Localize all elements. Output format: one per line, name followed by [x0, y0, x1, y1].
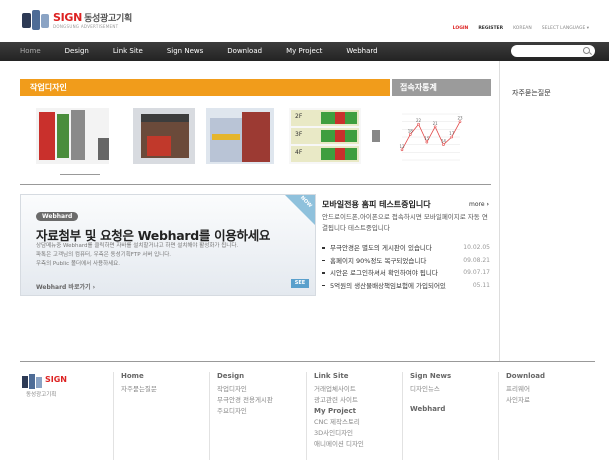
footer-column-link-site: Link Site 거래업체사이트 광고관련 사이트 My Project CN… — [314, 372, 364, 450]
search-icon[interactable] — [583, 47, 590, 54]
footer-link[interactable]: 애니메이션 디자인 — [314, 439, 364, 450]
footer-link[interactable]: 주요디자인 — [217, 406, 273, 417]
site-logo[interactable]: SIGN 동성광고기획 DONGSUNG ADVERTISEMENT — [20, 9, 132, 33]
footer-column-divider — [209, 372, 210, 460]
chart-point — [425, 140, 429, 144]
nav-webhard[interactable]: Webhard — [346, 42, 377, 61]
nav-home[interactable]: Home — [20, 42, 41, 61]
footer-link[interactable]: 디자인뉴스 — [410, 384, 451, 395]
footer-link[interactable]: 프리웨어 — [506, 384, 545, 395]
footer-heading[interactable]: Webhard — [410, 405, 451, 413]
top-links: LOGIN REGISTER KOREAN SELECT LANGUAGE ▾ — [453, 26, 589, 31]
works-section-header: 작업디자인 — [20, 79, 390, 96]
content-separator — [20, 184, 491, 185]
thumbnail-next-arrow-icon[interactable] — [372, 130, 380, 142]
chart-point — [433, 125, 437, 129]
chart-point — [450, 135, 454, 139]
footer-link[interactable]: 작업디자인 — [217, 384, 273, 395]
news-body: 안드로이드폰,아이폰으로 접속하시면 모바일페이지로 자동 연결됩니다 테스트중… — [322, 213, 488, 232]
logo-name: SIGN 동성광고기획 — [53, 11, 132, 24]
footer-heading[interactable]: Design — [217, 372, 273, 380]
news-item[interactable]: 무극안경은 별도의 게시판이 있습니다 10.02.05 — [322, 242, 492, 255]
nav-design[interactable]: Design — [65, 42, 89, 61]
sidebar-faq-link[interactable]: 자주묻는질문 — [512, 88, 551, 98]
works-thumbnails: 2F 3F 4F — [36, 108, 386, 164]
news-more-link[interactable]: more — [469, 201, 489, 208]
chart-data-label: 15 — [424, 136, 430, 141]
chart-point — [417, 122, 420, 126]
floor-label: 3F — [295, 131, 303, 138]
logo-subtitle: DONGSUNG ADVERTISEMENT — [53, 24, 119, 29]
webhard-shortcut-link[interactable]: Webhard 바로가기 › — [36, 282, 95, 291]
chart-data-label: 14 — [441, 139, 447, 144]
news-item[interactable]: 5억원의 생산물배상책임보험에 가입되어있 05.11 — [322, 280, 492, 293]
work-thumbnail-1[interactable] — [36, 108, 109, 164]
chart-point — [400, 148, 404, 152]
chart-data-label: 23 — [457, 116, 463, 121]
works-section-title: 작업디자인 — [30, 83, 67, 92]
footer-column-divider — [113, 372, 114, 460]
footer-heading[interactable]: My Project — [314, 407, 364, 415]
nav-sign-news[interactable]: Sign News — [167, 42, 203, 61]
register-link[interactable]: REGISTER — [478, 26, 503, 31]
search-box — [511, 45, 595, 57]
footer-heading[interactable]: Home — [121, 372, 157, 380]
footer-separator — [20, 361, 595, 362]
chart-data-label: 17 — [449, 131, 455, 136]
footer-link[interactable]: 자주묻는질문 — [121, 384, 157, 395]
footer-link[interactable]: CNC 제작스토리 — [314, 417, 364, 428]
footer-heading[interactable]: Link Site — [314, 372, 364, 380]
footer-column-download: Download 프리웨어 사인자료 — [506, 372, 545, 406]
footer-link[interactable]: 사인자료 — [506, 395, 545, 406]
banner-description: 상담메뉴중 Webhard를 클릭하면 자바를 설치할거냐고 하면 설치해야 활… — [36, 243, 239, 267]
header: SIGN 동성광고기획 DONGSUNG ADVERTISEMENT LOGIN … — [0, 0, 609, 42]
chart-data-label: 22 — [416, 118, 422, 123]
work-thumbnail-3[interactable] — [206, 108, 274, 164]
main-nav: Home Design Link Site Sign News Download… — [0, 42, 609, 61]
chart-data-label: 12 — [399, 144, 405, 149]
chart-point — [458, 120, 462, 123]
nav-link-site[interactable]: Link Site — [113, 42, 143, 61]
webhard-badge: Webhard — [36, 212, 79, 221]
news-item[interactable]: 홈페이지 90%정도 복구되었습니다 09.08.21 — [322, 255, 492, 268]
floor-label: 4F — [295, 149, 303, 156]
footer-logo[interactable]: SIGN 동성광고기획 — [22, 374, 86, 400]
chart-data-label: 21 — [433, 121, 439, 126]
footer-heading[interactable]: Sign News — [410, 372, 451, 380]
work-thumbnail-2[interactable] — [133, 108, 195, 164]
footer-link[interactable]: 거래업체사이트 — [314, 384, 364, 395]
footer-link[interactable]: 무극안경 전용게시판 — [217, 395, 273, 406]
footer-link[interactable]: 3D사인디자인 — [314, 428, 364, 439]
work-thumbnail-4[interactable]: 2F 3F 4F — [289, 108, 361, 164]
footer-column-design: Design 작업디자인 무극안경 전용게시판 주요디자인 — [217, 372, 273, 417]
footer-column-home: Home 자주묻는질문 — [121, 372, 157, 395]
korean-link[interactable]: KOREAN — [513, 26, 532, 31]
footer-column-divider — [402, 372, 403, 460]
nav-my-project[interactable]: My Project — [286, 42, 322, 61]
chart-point — [442, 143, 445, 146]
search-input[interactable] — [517, 45, 583, 57]
stats-section-header: 접속자통계 — [392, 79, 491, 96]
footer-heading[interactable]: Download — [506, 372, 545, 380]
footer-link[interactable]: 광고관련 사이트 — [314, 395, 364, 406]
sidebar-divider — [499, 61, 500, 361]
stats-section-title: 접속자통계 — [400, 83, 437, 92]
news-item[interactable]: 시안은 로그인하셔서 확인하여야 됩니다 09.07.17 — [322, 267, 492, 280]
chart-point — [408, 133, 412, 136]
footer-column-divider — [498, 372, 499, 460]
login-link[interactable]: LOGIN — [453, 26, 469, 31]
news-headline[interactable]: 모바일전용 홈피 테스트중입니다 — [322, 199, 431, 210]
chart-data-label: 18 — [408, 128, 414, 133]
nav-download[interactable]: Download — [227, 42, 262, 61]
thumbnail-underline — [60, 174, 100, 175]
visitor-stats-chart: 12 1822 15 21 1417 23 — [399, 113, 463, 161]
footer-column-sign-news: Sign News 디자인뉴스 Webhard — [410, 372, 451, 415]
floor-label: 2F — [295, 113, 303, 120]
select-language-dropdown[interactable]: SELECT LANGUAGE ▾ — [542, 26, 589, 31]
webhard-banner[interactable]: NOW Webhard 자료첨부 및 요청은 Webhard를 이용하세요 상담… — [20, 194, 316, 296]
news-list: 무극안경은 별도의 게시판이 있습니다 10.02.05 홈페이지 90%정도 복… — [322, 242, 492, 292]
footer-column-divider — [306, 372, 307, 460]
see-icon: SEE — [291, 279, 309, 288]
logo-mark-icon — [20, 9, 50, 33]
